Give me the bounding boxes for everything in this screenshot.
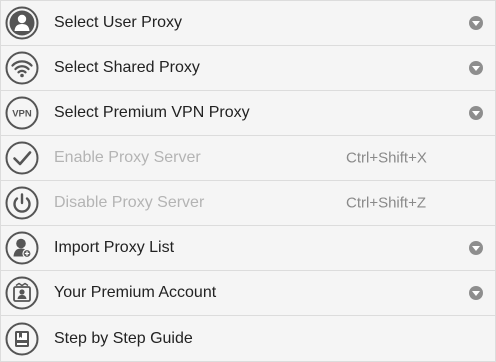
svg-text:VPN: VPN [12,109,32,120]
user-icon [5,6,39,40]
menu-item-select-user-proxy[interactable]: Select User Proxy [1,1,495,46]
vpn-icon: VPN [5,96,39,130]
menu-item-label: Select Shared Proxy [54,59,200,76]
menu-item-enable-proxy-server[interactable]: Enable Proxy Server Ctrl+Shift+X [1,136,495,181]
menu-item-step-by-step-guide[interactable]: Step by Step Guide [1,316,495,361]
premium-account-icon [5,276,39,310]
chevron-down-icon[interactable] [469,241,483,255]
menu-item-select-shared-proxy[interactable]: Select Shared Proxy [1,46,495,91]
menu-item-label: Select User Proxy [54,14,183,31]
chevron-down-icon[interactable] [469,106,483,120]
checkmark-icon [5,141,39,175]
menu-item-label: Enable Proxy Server [54,149,201,166]
import-user-icon [5,231,39,265]
proxy-menu: Select User Proxy Select Shared Proxy VP… [0,0,496,362]
menu-item-label: Step by Step Guide [54,329,193,347]
keyboard-shortcut: Ctrl+Shift+X [346,149,427,167]
guide-book-icon [5,322,39,356]
chevron-down-icon[interactable] [469,286,483,300]
keyboard-shortcut: Ctrl+Shift+Z [346,194,427,212]
menu-item-label: Your Premium Account [54,284,217,301]
menu-item-label: Import Proxy List [54,239,175,256]
menu-item-label: Disable Proxy Server [54,194,205,211]
menu-item-your-premium-account[interactable]: Your Premium Account [1,271,495,316]
chevron-down-icon[interactable] [469,61,483,75]
menu-item-import-proxy-list[interactable]: Import Proxy List [1,226,495,271]
power-icon [5,186,39,220]
wifi-icon [5,51,39,85]
menu-item-disable-proxy-server[interactable]: Disable Proxy Server Ctrl+Shift+Z [1,181,495,226]
menu-item-label: Select Premium VPN Proxy [54,104,250,121]
chevron-down-icon[interactable] [469,16,483,30]
menu-item-select-premium-vpn-proxy[interactable]: VPN Select Premium VPN Proxy [1,91,495,136]
